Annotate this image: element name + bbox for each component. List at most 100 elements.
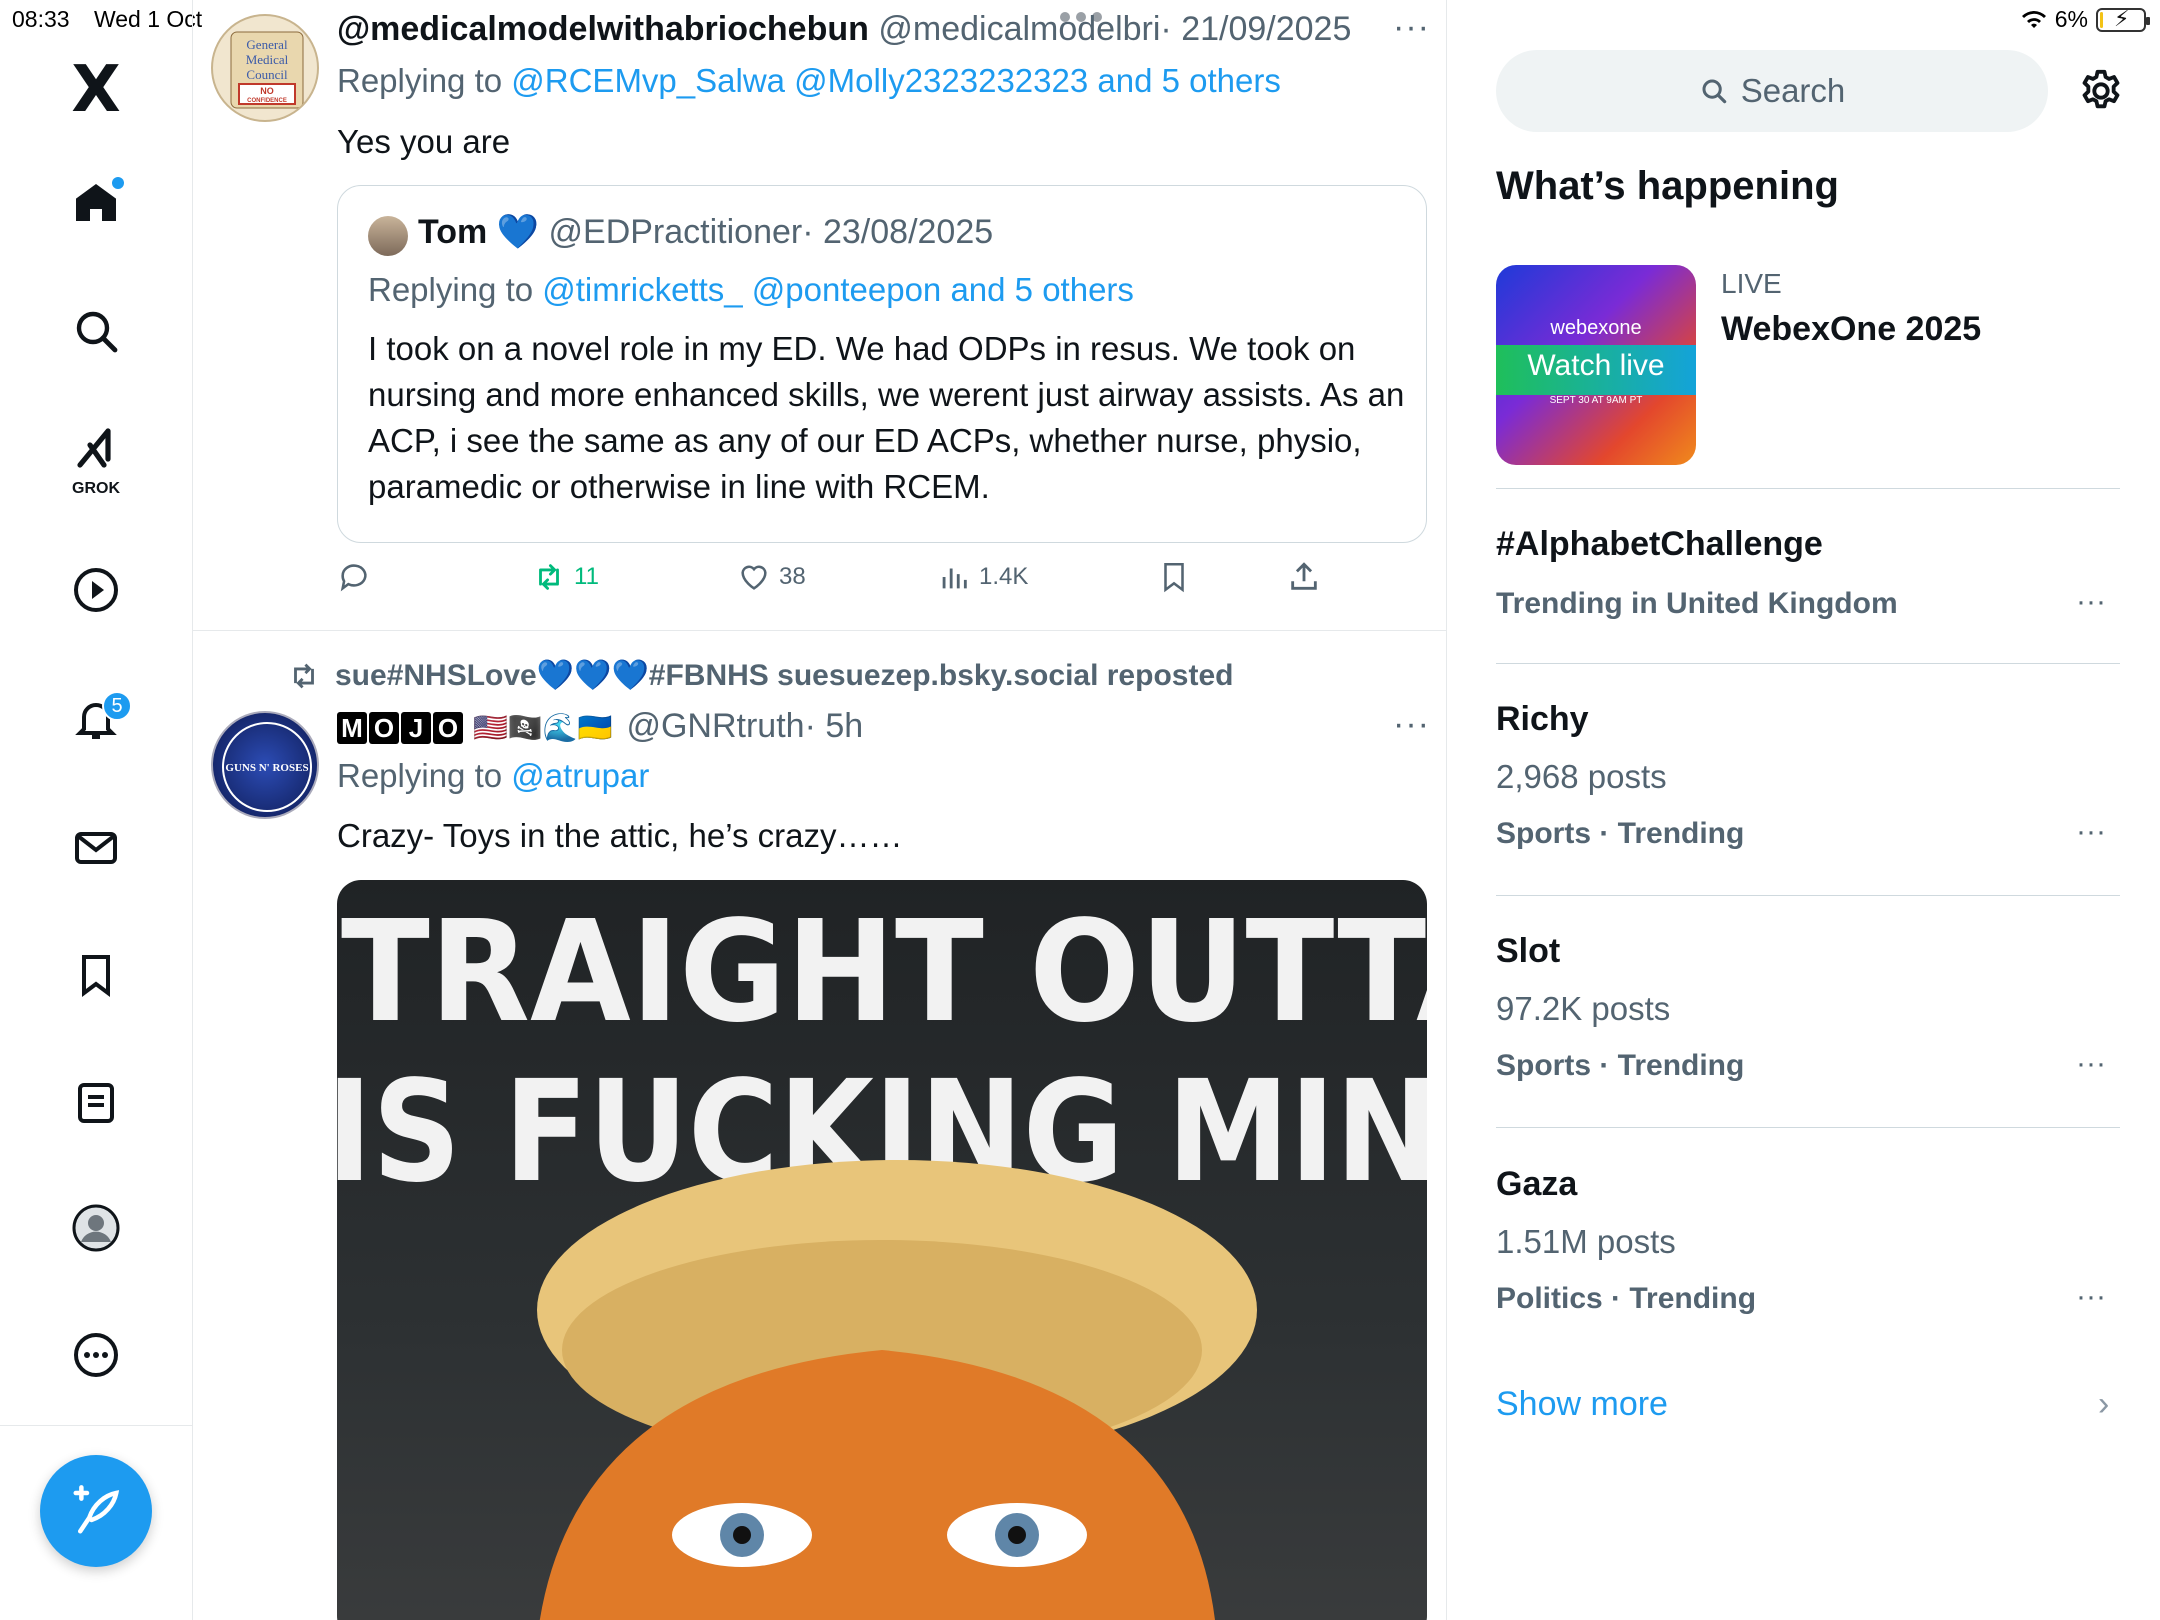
live-tag: LIVE — [1721, 268, 1782, 299]
nav-grok[interactable]: GROK — [58, 418, 134, 497]
quote-author-handle[interactable]: @EDPractitioner — [549, 213, 803, 251]
reply-mention-link[interactable]: @atrupar — [511, 757, 649, 794]
bookmark-button[interactable] — [1157, 560, 1191, 594]
nav-bookmarks[interactable] — [58, 937, 134, 1013]
right-sidebar: Search What’s happening webexone Watch l… — [1448, 0, 2160, 1620]
reply-icon — [340, 564, 367, 592]
search-placeholder: Search — [1740, 72, 1846, 109]
x-logo[interactable]: X — [58, 52, 134, 128]
blue-heart-emoji: 💙 — [496, 213, 540, 251]
avatar-text: Council — [246, 67, 288, 82]
repost-icon — [294, 663, 314, 688]
avatar-tom[interactable] — [368, 216, 408, 256]
share-button[interactable] — [1287, 560, 1321, 594]
author-name-mojo[interactable]: MOJO — [337, 712, 463, 744]
avatar-text: General — [246, 37, 288, 52]
search-icon — [1702, 79, 1726, 104]
author-handle[interactable]: @GNRtruth — [626, 707, 804, 745]
nav-home[interactable] — [58, 165, 134, 241]
trend-name: #AlphabetChallenge — [1496, 525, 1823, 563]
nav-notifications[interactable]: 5 — [58, 681, 134, 757]
tweet-actions: 11 38 1.4K — [337, 560, 1337, 600]
trend-context: Sports · Trending — [1496, 817, 1745, 850]
nav-messages[interactable] — [58, 810, 134, 886]
avatar-mojo[interactable]: GUNS N' ROSES — [211, 711, 319, 819]
mojo-letter: J — [401, 712, 431, 744]
tweet-more-button[interactable]: ··· — [1393, 8, 1430, 47]
trend-name: Slot — [1496, 932, 1561, 970]
flag-emojis: 🇺🇸🏴‍☠️🌊🇺🇦 — [473, 712, 613, 743]
quote-header: Tom 💙 @EDPractitioner· 23/08/2025 — [418, 212, 993, 252]
tweet-date[interactable]: · 21/09/2025 — [1160, 10, 1351, 48]
repost-text[interactable]: sue#NHSLove💙💙💙#FBNHS suesuezep.bsky.soci… — [335, 658, 1233, 693]
trend-name: Richy — [1496, 700, 1589, 738]
view-count: 1.4K — [979, 563, 1029, 590]
tweet-more-button[interactable]: ··· — [1393, 705, 1430, 744]
views-button[interactable]: 1.4K — [937, 560, 1028, 594]
author-handle[interactable]: @medicalmodelbri — [878, 10, 1160, 48]
bookmark-icon — [1164, 562, 1184, 593]
tweet-text: Crazy- Toys in the attic, he’s crazy…… — [337, 817, 903, 854]
compose-feather-icon — [73, 1485, 120, 1534]
thumb-date: SEPT 30 AT 9AM PT — [1549, 395, 1643, 406]
author-name[interactable]: @medicalmodelwithabriochebun — [337, 10, 869, 48]
trend-more-button[interactable]: ··· — [2076, 1047, 2106, 1081]
retweet-count: 11 — [574, 563, 599, 590]
share-icon — [1291, 562, 1317, 590]
tweet-medicalmodel[interactable]: General Medical Council NO CONFIDENCE @m… — [193, 0, 1446, 630]
trend-item-richy[interactable]: Richy 2,968 posts Sports · Trending ··· — [1496, 700, 2120, 860]
nav-video[interactable] — [58, 552, 134, 628]
home-unread-dot — [112, 177, 124, 189]
tweet-time[interactable]: · 5h — [805, 707, 864, 745]
nav-profile[interactable] — [58, 1190, 134, 1266]
left-navigation: X GROK 5 — [0, 0, 193, 1620]
nav-search[interactable] — [58, 293, 134, 369]
trend-more-button[interactable]: ··· — [2076, 1280, 2106, 1314]
reply-mentions-link[interactable]: @RCEMvp_Salwa @Molly2323232323 and 5 oth… — [511, 62, 1281, 99]
trend-divider — [1496, 895, 2120, 896]
nav-more[interactable] — [58, 1317, 134, 1393]
trend-name: Gaza — [1496, 1165, 1578, 1203]
trend-item-slot[interactable]: Slot 97.2K posts Sports · Trending ··· — [1496, 932, 2120, 1092]
reply-context: Replying to @atrupar — [337, 757, 649, 795]
nav-lists[interactable] — [58, 1065, 134, 1141]
search-input[interactable]: Search — [1496, 50, 2048, 132]
compose-post-button[interactable] — [40, 1455, 152, 1567]
trend-context: Trending in United Kingdom — [1496, 587, 1898, 620]
reply-prefix: Replying to — [337, 62, 512, 99]
quote-author-name[interactable]: Tom — [418, 213, 487, 251]
grok-icon — [77, 428, 111, 468]
trend-more-button[interactable]: ··· — [2076, 585, 2106, 619]
show-more-link[interactable]: Show more — [1496, 1385, 1668, 1424]
quote-reply-mentions-link[interactable]: @timricketts_ @ponteepon and 5 others — [542, 271, 1134, 308]
trend-post-count: 97.2K posts — [1496, 990, 1671, 1027]
tweet-header: MOJO 🇺🇸🏴‍☠️🌊🇺🇦 @GNRtruth· 5h — [337, 707, 863, 746]
trend-more-button[interactable]: ··· — [2076, 815, 2106, 849]
lists-icon — [78, 1083, 114, 1123]
quoted-tweet[interactable]: Tom 💙 @EDPractitioner· 23/08/2025 Replyi… — [337, 185, 1427, 543]
mojo-letter: M — [337, 712, 367, 744]
search-icon — [76, 311, 118, 353]
trend-context: Politics · Trending — [1496, 1282, 1757, 1315]
retweet-button[interactable]: 11 — [532, 560, 599, 594]
avatar-text: NO — [260, 86, 274, 96]
reply-button[interactable] — [337, 560, 371, 594]
trend-divider — [1496, 488, 2120, 489]
trend-post-count: 1.51M posts — [1496, 1223, 1676, 1260]
trend-item-gaza[interactable]: Gaza 1.51M posts Politics · Trending ··· — [1496, 1165, 2120, 1325]
avatar-text: Medical — [246, 52, 289, 67]
mojo-letter: O — [369, 712, 399, 744]
avatar-medicalmodel[interactable]: General Medical Council NO CONFIDENCE — [211, 14, 319, 122]
trend-context: Sports · Trending — [1496, 1049, 1745, 1082]
tweet-image[interactable]: STRAIGHT OUTTA HIS FUCKING MIND — [337, 880, 1427, 1620]
quote-reply-context: Replying to @timricketts_ @ponteepon and… — [368, 271, 1134, 309]
trend-post-count: 2,968 posts — [1496, 758, 1667, 795]
image-caption-line1: STRAIGHT OUTTA — [337, 891, 1427, 1054]
like-button[interactable]: 38 — [737, 560, 806, 594]
messages-icon — [75, 832, 117, 864]
live-event-title[interactable]: WebexOne 2025 — [1721, 310, 1981, 349]
settings-gear-icon[interactable] — [2078, 68, 2124, 114]
live-event-thumbnail[interactable]: webexone Watch live SEPT 30 AT 9AM PT — [1496, 265, 1696, 465]
repost-context: sue#NHSLove💙💙💙#FBNHS suesuezep.bsky.soci… — [287, 658, 1233, 693]
trend-item-alphabetchallenge[interactable]: #AlphabetChallenge Trending in United Ki… — [1496, 525, 2120, 645]
